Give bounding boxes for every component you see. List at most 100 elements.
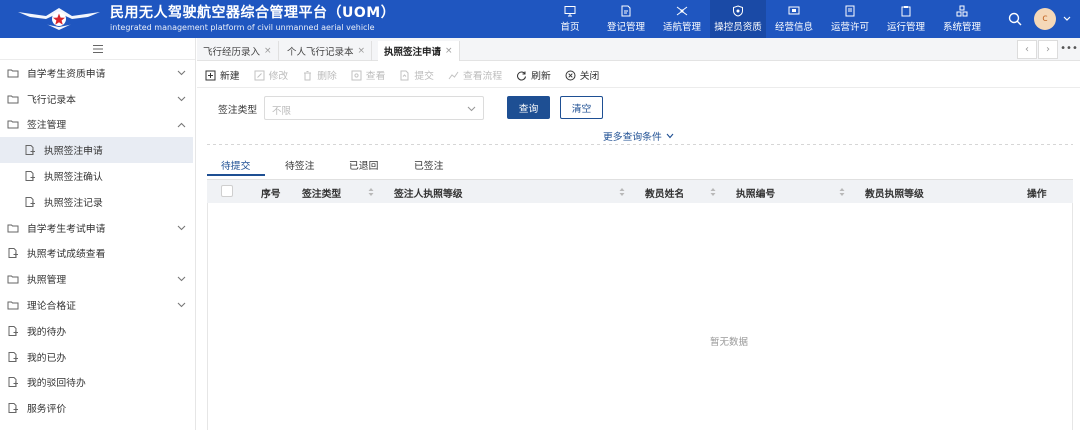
active-tab-indicator [207, 174, 265, 176]
edit-icon [254, 70, 265, 80]
select-all-checkbox[interactable] [221, 185, 233, 197]
toolbar-button[interactable]: 查看 [351, 68, 385, 82]
column-header-index: 序号 [261, 189, 281, 200]
toolbar-button-label: 新建 [220, 71, 240, 82]
sidebar-item-label: 自学考生考试申请 [27, 223, 106, 235]
folder-icon [7, 275, 19, 284]
sidebar-item-label: 执照考试成绩查看 [27, 249, 106, 261]
clipboard-icon [901, 6, 911, 17]
folder-icon [7, 224, 19, 233]
chevron-down-icon [177, 276, 186, 282]
more-conditions-toggle[interactable]: 更多查询条件 [603, 129, 674, 143]
column-header-endorsement-type[interactable]: 签注类型 [302, 186, 341, 200]
sidebar-item[interactable]: 执照管理 [0, 266, 195, 292]
chevron-down-icon[interactable] [1062, 12, 1072, 26]
toolbar-button[interactable]: 关闭 [565, 68, 599, 82]
sidebar-item[interactable]: 服务评价 [0, 395, 195, 421]
file-stack-icon [8, 403, 18, 414]
sidebar-item[interactable]: 我的待办 [0, 318, 195, 344]
nav-operator-qualification[interactable]: 操控员资质 [710, 0, 766, 38]
plus-square-icon [205, 70, 216, 80]
empty-state-text: 暂无数据 [710, 337, 749, 348]
view-icon [351, 70, 362, 80]
cubes-icon [956, 5, 968, 17]
nav-home[interactable]: 首页 [542, 0, 598, 38]
folder-icon [7, 69, 19, 78]
select-placeholder: 不限 [272, 106, 292, 117]
nav-operation-management[interactable]: 运行管理 [878, 0, 934, 38]
sidebar-item-label: 我的待办 [27, 326, 67, 338]
column-header-instructor-license-level[interactable]: 教员执照等级 [865, 186, 924, 200]
sidebar-item-label: 签注管理 [27, 120, 67, 132]
platform-subtitle: integrated management platform of civil … [110, 23, 375, 32]
more-tabs-icon[interactable]: ••• [1059, 40, 1079, 59]
status-tab-pending-submit[interactable]: 待提交 [221, 158, 250, 172]
toolbar-button[interactable]: 查看流程 [448, 68, 502, 82]
sidebar-item-label: 自学考生资质申请 [27, 68, 106, 80]
close-icon[interactable]: × [358, 46, 366, 56]
sort-icon[interactable] [839, 187, 845, 197]
nav-business-info[interactable]: 经营信息 [766, 0, 822, 38]
status-tab-returned[interactable]: 已退回 [349, 158, 378, 172]
file-stack-icon [8, 325, 18, 336]
sidebar-collapse-toggle[interactable] [0, 38, 195, 60]
clear-button[interactable]: 清空 [560, 96, 603, 119]
sidebar-item[interactable]: 自学考生考试申请 [0, 215, 195, 241]
platform-brand: 民用无人驾驶航空器综合管理平台（UOM） integrated manageme… [110, 4, 395, 33]
sidebar-item[interactable]: 飞行记录本 [0, 86, 195, 112]
refresh-icon [517, 71, 527, 80]
nav-system-management[interactable]: 系统管理 [934, 0, 990, 38]
sidebar-item-label: 执照签注记录 [44, 197, 103, 209]
tab-scroll-right-button[interactable]: › [1038, 40, 1058, 59]
sort-icon[interactable] [710, 187, 716, 197]
search-icon[interactable] [1008, 12, 1022, 26]
sidebar-item[interactable]: 执照考试成绩查看 [0, 241, 195, 267]
file-stack-icon [8, 377, 18, 388]
chevron-down-icon [177, 70, 186, 76]
file-stack-icon [8, 351, 18, 362]
tab-scroll-left-button[interactable]: ‹ [1017, 40, 1037, 59]
toolbar-button[interactable]: 提交 [399, 68, 434, 82]
column-header-license-number[interactable]: 执照编号 [736, 186, 775, 200]
toolbar-button[interactable]: 修改 [254, 68, 288, 82]
tab-flight-experience-entry[interactable]: 飞行经历录入 × [197, 41, 279, 61]
nav-airworthiness[interactable]: 适航管理 [654, 0, 710, 38]
sidebar-item-label: 我的已办 [27, 352, 67, 364]
caac-logo [18, 8, 100, 30]
flow-icon [448, 71, 459, 79]
column-header-instructor-name[interactable]: 教员姓名 [645, 186, 684, 200]
sidebar-item-label: 服务评价 [27, 404, 67, 416]
column-header-endorser-license-level[interactable]: 签注人执照等级 [394, 186, 463, 200]
status-tab-endorsed[interactable]: 已签注 [414, 158, 443, 172]
toolbar-button-label: 提交 [414, 71, 434, 82]
nav-registration[interactable]: 登记管理 [598, 0, 654, 38]
toolbar-button[interactable]: 新建 [205, 68, 240, 82]
platform-title: 民用无人驾驶航空器综合管理平台（UOM） [110, 5, 396, 21]
endorsement-type-select[interactable]: 不限 [264, 96, 484, 120]
sidebar-item[interactable]: 我的驳回待办 [0, 370, 195, 396]
status-tab-pending-endorse[interactable]: 待签注 [285, 158, 314, 172]
nav-operating-permit[interactable]: 运营许可 [822, 0, 878, 38]
tab-personal-flight-logbook[interactable]: 个人飞行记录本 × [281, 41, 373, 61]
nav-label: 适航管理 [662, 22, 701, 33]
avatar[interactable]: c [1034, 8, 1056, 30]
top-header: 民用无人驾驶航空器综合管理平台（UOM） integrated manageme… [0, 0, 1080, 38]
sort-icon[interactable] [368, 187, 374, 197]
sidebar-item[interactable]: 执照签注申请 [0, 137, 193, 164]
chevron-up-icon [177, 122, 186, 127]
query-button[interactable]: 查询 [507, 96, 550, 119]
sidebar-item[interactable]: 理论合格证 [0, 292, 195, 318]
close-icon[interactable]: × [445, 46, 453, 56]
folder-icon [7, 95, 19, 104]
sidebar-item[interactable]: 自学考生资质申请 [0, 60, 195, 86]
close-icon[interactable]: × [264, 46, 272, 56]
toolbar-button[interactable]: 删除 [302, 68, 337, 82]
toolbar-button[interactable]: 刷新 [516, 68, 551, 82]
folder-icon [7, 301, 19, 310]
sort-icon[interactable] [619, 187, 625, 197]
tab-license-endorsement-application[interactable]: 执照签注申请 × [378, 41, 460, 61]
sidebar-item[interactable]: 签注管理 [0, 112, 195, 138]
sidebar-item[interactable]: 执照签注记录 [0, 189, 195, 215]
sidebar-item[interactable]: 执照签注确认 [0, 163, 195, 189]
sidebar-item[interactable]: 我的已办 [0, 344, 195, 370]
